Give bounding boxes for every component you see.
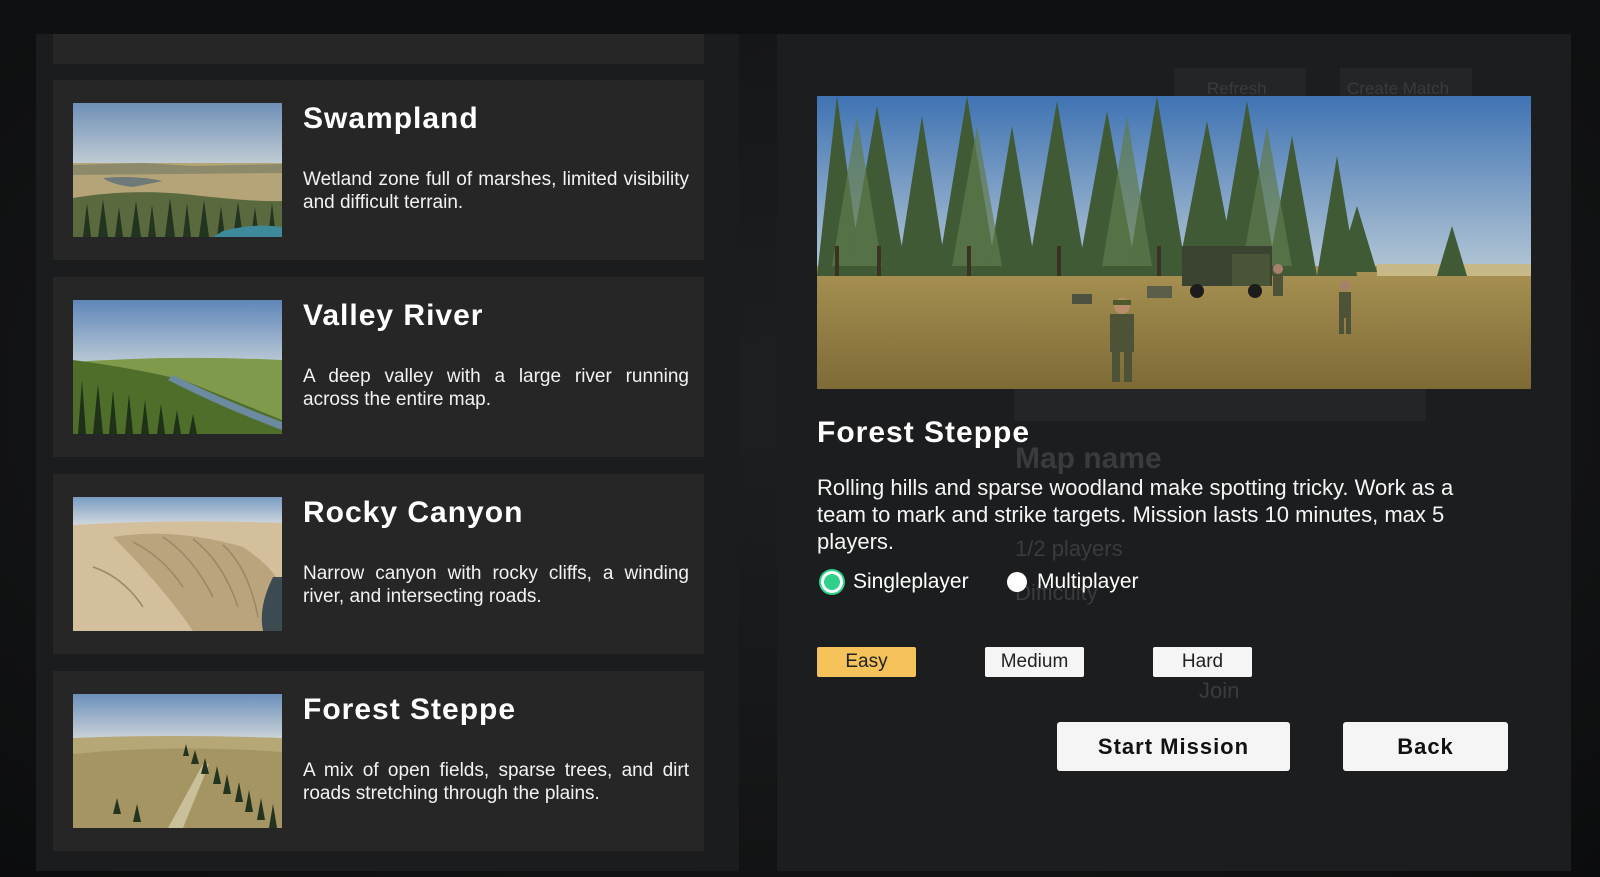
mission-detail-panel: Refresh Create Match Map name 1/2 player… bbox=[777, 34, 1571, 871]
map-description-valley-river: A deep valley with a large river running… bbox=[303, 366, 689, 410]
ghost-join: Join bbox=[1199, 678, 1240, 703]
map-thumbnail-forest-steppe bbox=[73, 694, 282, 828]
mode-radio-singleplayer[interactable]: Singleplayer bbox=[821, 570, 969, 594]
mode-label-multiplayer: Multiplayer bbox=[1037, 570, 1139, 593]
map-description-swampland: Wetland zone full of marshes, limited vi… bbox=[303, 169, 689, 213]
map-title-rocky-canyon: Rocky Canyon bbox=[303, 496, 524, 529]
map-card-swampland[interactable]: Swampland Wetland zone full of marshes, … bbox=[53, 80, 704, 260]
map-card-rocky-canyon[interactable]: Rocky Canyon Narrow canyon with rocky cl… bbox=[53, 474, 704, 654]
difficulty-hard-button[interactable]: Hard bbox=[1153, 647, 1252, 677]
radio-selected-icon[interactable] bbox=[821, 571, 843, 593]
map-description-forest-steppe: A mix of open fields, sparse trees, and … bbox=[303, 760, 689, 804]
selected-map-description: Rolling hills and sparse woodland make s… bbox=[817, 475, 1454, 554]
map-card-partial[interactable] bbox=[53, 34, 704, 64]
map-title-forest-steppe: Forest Steppe bbox=[303, 693, 517, 726]
difficulty-easy-button[interactable]: Easy bbox=[817, 647, 916, 677]
map-title-valley-river: Valley River bbox=[303, 299, 484, 332]
top-bar bbox=[0, 0, 1600, 34]
selected-map-title: Forest Steppe bbox=[817, 416, 1031, 449]
start-mission-button[interactable]: Start Mission bbox=[1057, 722, 1290, 771]
map-thumbnail-rocky-canyon bbox=[73, 497, 282, 631]
map-card-valley-river[interactable]: Valley River A deep valley with a large … bbox=[53, 277, 704, 457]
mode-radio-multiplayer[interactable]: Multiplayer bbox=[1007, 570, 1139, 594]
map-thumbnail-swampland bbox=[73, 103, 282, 237]
ghost-map-name: Map name bbox=[1015, 442, 1162, 475]
mode-label-singleplayer: Singleplayer bbox=[853, 570, 969, 593]
map-card-forest-steppe[interactable]: Forest Steppe A mix of open fields, spar… bbox=[53, 671, 704, 851]
difficulty-medium-button[interactable]: Medium bbox=[985, 647, 1084, 677]
back-button[interactable]: Back bbox=[1343, 722, 1508, 771]
map-preview-image bbox=[817, 96, 1531, 389]
map-title-swampland: Swampland bbox=[303, 102, 479, 135]
map-list-panel[interactable]: Swampland Wetland zone full of marshes, … bbox=[36, 34, 739, 871]
radio-unselected-icon[interactable] bbox=[1007, 572, 1027, 592]
map-thumbnail-valley-river bbox=[73, 300, 282, 434]
map-description-rocky-canyon: Narrow canyon with rocky cliffs, a windi… bbox=[303, 563, 689, 607]
